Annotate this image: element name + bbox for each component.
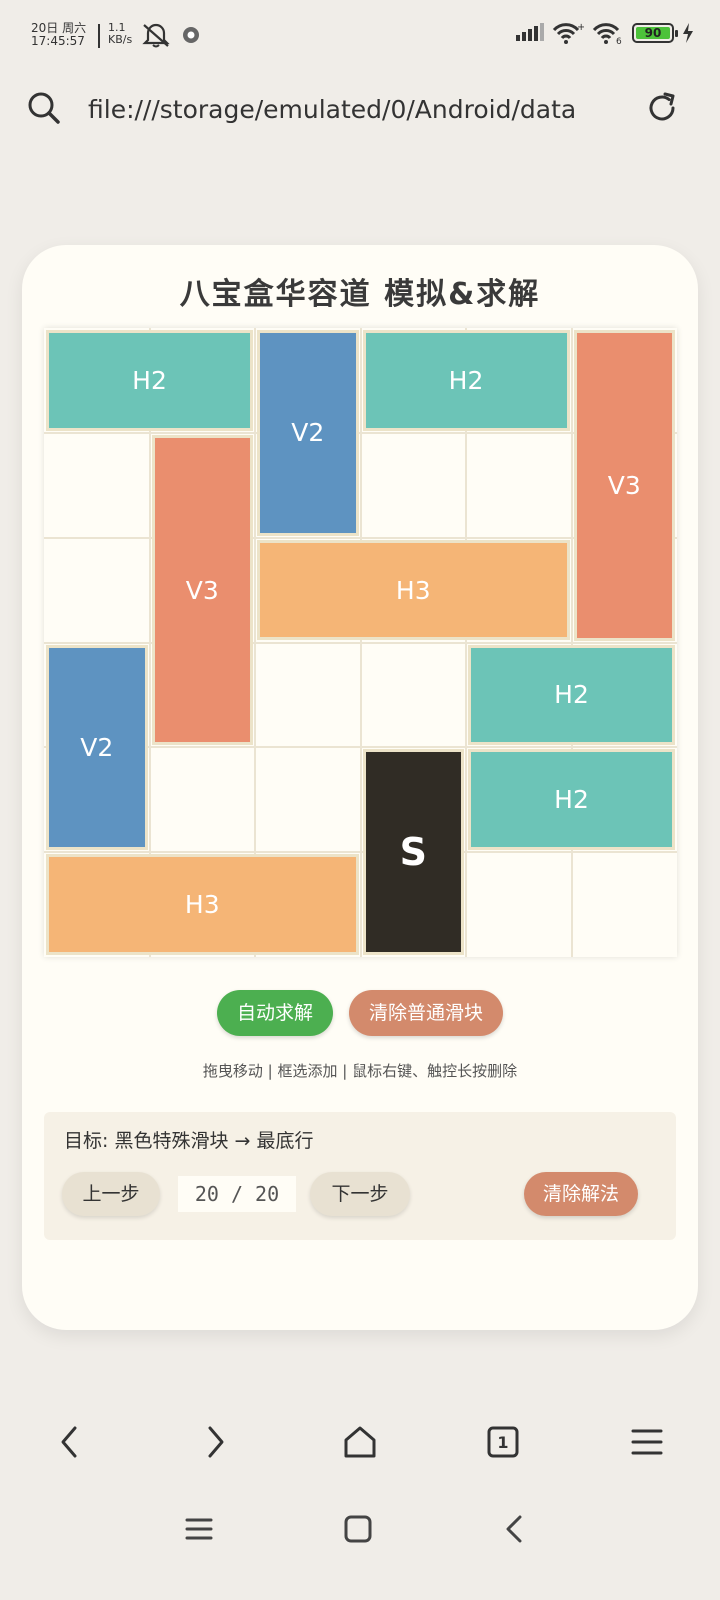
slider-block[interactable]: H3 [257, 539, 570, 641]
slider-block[interactable]: V2 [46, 644, 148, 851]
step-counter: 20 / 20 [178, 1176, 296, 1212]
clear-blocks-button[interactable]: 清除普通滑块 [349, 990, 504, 1036]
address-bar[interactable]: file:///storage/emulated/0/Android/data [0, 70, 720, 145]
battery-icon: 90 [632, 23, 678, 43]
svg-text:+: + [577, 22, 584, 33]
goal-text: 目标: 黑色特殊滑块 → 最底行 [64, 1130, 314, 1152]
page-title: 八宝盒华容道 模拟&求解 [179, 277, 541, 312]
svg-text:6: 6 [616, 37, 622, 44]
slider-block[interactable]: H2 [468, 644, 675, 746]
url-field[interactable]: file:///storage/emulated/0/Android/data [88, 90, 628, 130]
system-home-icon[interactable] [342, 1513, 374, 1545]
special-block[interactable]: S [362, 749, 464, 955]
status-net-speed: 1.1 KB/s [108, 22, 132, 46]
status-clock: 20日 周六 17:45:57 [31, 22, 86, 48]
home-icon [344, 1426, 376, 1458]
charging-bolt-icon [683, 23, 693, 43]
battery-level: 90 [636, 26, 670, 40]
slider-block[interactable]: H2 [468, 749, 675, 851]
puzzle-card: 八宝盒华容道 模拟&求解 H2 V2 H2 V3 V3 H3 V2 H2 S H2 H3 自动求解 … [22, 245, 698, 1330]
menu-icon [631, 1429, 663, 1455]
forward-button[interactable] [190, 1417, 240, 1467]
grid-line-horizontal [44, 851, 677, 854]
back-button[interactable] [45, 1417, 95, 1467]
solution-panel: 目标: 黑色特殊滑块 → 最底行 上一步 20 / 20 下一步 清除解法 [44, 1112, 676, 1240]
slider-block[interactable]: H2 [46, 330, 253, 431]
slider-block[interactable]: V2 [257, 330, 359, 536]
tabs-button[interactable]: 1 [478, 1417, 528, 1467]
reload-icon[interactable] [644, 90, 680, 126]
wifi-6-icon: 6 [592, 23, 622, 44]
status-right: + 6 90 [516, 22, 694, 44]
clear-solution-button[interactable]: 清除解法 [524, 1172, 639, 1216]
puzzle-board[interactable]: H2 V2 H2 V3 V3 H3 V2 H2 S H2 H3 [44, 328, 677, 957]
chevron-right-icon [208, 1426, 224, 1458]
next-step-button[interactable]: 下一步 [310, 1172, 410, 1216]
action-buttons: 自动求解 清除普通滑块 [22, 990, 698, 1036]
wifi-plus-icon: + [552, 22, 584, 44]
browser-bottom-nav: 1 [0, 1405, 720, 1475]
recents-icon[interactable] [183, 1513, 215, 1545]
home-button[interactable] [335, 1417, 385, 1467]
grid-line-horizontal [44, 641, 677, 644]
chevron-left-icon [61, 1426, 77, 1458]
net-speed-unit: KB/s [108, 33, 133, 46]
slider-block[interactable]: H3 [46, 854, 359, 955]
menu-button[interactable] [622, 1417, 672, 1467]
search-icon[interactable] [26, 90, 62, 126]
slider-block[interactable]: H2 [362, 330, 570, 431]
system-nav-bar [0, 1495, 720, 1565]
mute-bell-icon [142, 23, 170, 48]
status-bar: 20日 周六 17:45:57 1.1 KB/s + 6 90 [0, 0, 720, 70]
signal-icon [516, 23, 544, 41]
slider-block[interactable]: V3 [151, 434, 253, 746]
status-time: 17:45:57 [31, 34, 85, 48]
tabs-count: 1 [497, 1432, 509, 1452]
auto-solve-button[interactable]: 自动求解 [216, 990, 333, 1036]
slider-block[interactable]: V3 [573, 330, 675, 641]
system-back-icon[interactable] [500, 1513, 532, 1545]
app-notification-icon [183, 27, 199, 43]
usage-hint: 拖曳移动 | 框选添加 | 鼠标右键、触控长按删除 [202, 1062, 518, 1080]
status-divider [98, 24, 100, 48]
prev-step-button[interactable]: 上一步 [62, 1172, 160, 1216]
